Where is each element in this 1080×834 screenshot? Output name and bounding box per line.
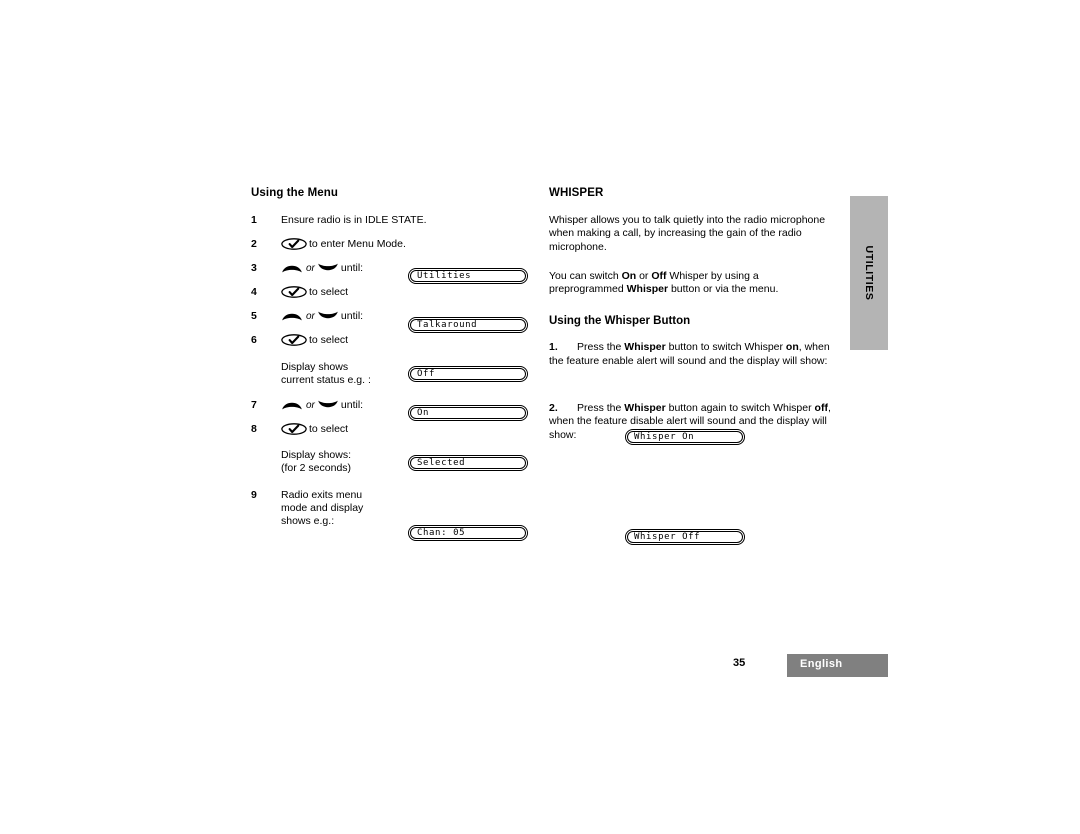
switch-bold-off: Off xyxy=(651,269,667,282)
whisper-description-paragraph: Whisper allows you to talk quietly into … xyxy=(549,214,834,254)
step-3-or-label: or xyxy=(306,263,315,274)
up-arrow-key-icon xyxy=(281,399,303,411)
step-1-number: 1 xyxy=(251,214,257,226)
side-tab-utilities: UTILITIES xyxy=(850,196,888,350)
whisper-step-1-bold-on: on xyxy=(785,341,799,354)
lcd-display-whisper-on: Whisper On xyxy=(625,429,745,445)
step-1-text: Ensure radio is in IDLE STATE. xyxy=(281,214,427,226)
side-tab-label: UTILITIES xyxy=(863,245,875,301)
step-8-number: 8 xyxy=(251,423,257,435)
whisper-heading: WHISPER xyxy=(549,187,604,199)
switch-bold-whisper: Whisper xyxy=(626,283,669,296)
step-4-body: to select xyxy=(281,286,541,299)
step-8-text: to select xyxy=(309,423,349,435)
step-4-number: 4 xyxy=(251,286,257,298)
switch-bold-on: On xyxy=(621,269,637,282)
down-arrow-key-icon xyxy=(317,262,339,274)
lcd-display-on: On xyxy=(408,405,528,421)
whisper-step-2-text-2: button again to switch Whisper xyxy=(665,402,815,415)
left-column-heading: Using the Menu xyxy=(251,187,339,199)
whisper-step-2-bold-whisper: Whisper xyxy=(624,402,666,415)
menu-select-key-icon xyxy=(281,286,307,298)
lcd-display-selected: Selected xyxy=(408,455,528,471)
step-6-body: to select xyxy=(281,334,541,347)
step-9-body: Radio exits menu mode and display shows … xyxy=(281,489,541,528)
step-8-body: to select xyxy=(281,423,541,436)
whisper-switch-paragraph: You can switch On or Off Whisper by usin… xyxy=(549,270,834,297)
step-4: 4 to select xyxy=(251,286,541,299)
step-5-or-label: or xyxy=(306,311,315,322)
note-selected-line1: Display shows: xyxy=(281,449,352,461)
note-current-status-line2: current status e.g. : xyxy=(281,374,371,386)
whisper-step-2-text-1: Press the xyxy=(577,402,625,415)
step-4-text: to select xyxy=(309,286,349,298)
up-arrow-key-icon xyxy=(281,262,303,274)
step-6: 6 to select xyxy=(251,334,541,347)
step-3-number: 3 xyxy=(251,262,257,274)
note-selected-line2: (for 2 seconds) xyxy=(281,462,352,474)
step-3-text: until: xyxy=(340,262,364,274)
whisper-step-1-bold-whisper: Whisper xyxy=(624,341,666,354)
switch-text-1: You can switch xyxy=(549,269,622,282)
lcd-display-channel: Chan: 05 xyxy=(408,525,528,541)
menu-select-key-icon xyxy=(281,334,307,346)
up-arrow-key-icon xyxy=(281,310,303,322)
step-5-text: until: xyxy=(340,310,364,322)
manual-page: Using the Menu 1 Ensure radio is in IDLE… xyxy=(0,0,1080,834)
step-5-number: 5 xyxy=(251,310,257,322)
step-7-number: 7 xyxy=(251,399,257,411)
down-arrow-key-icon xyxy=(317,399,339,411)
menu-select-key-icon xyxy=(281,238,307,250)
whisper-step-1-number: 1. xyxy=(549,341,558,354)
step-9-line1: Radio exits menu xyxy=(281,489,363,501)
whisper-step-2-bold-off: off xyxy=(814,402,828,415)
step-7-or-label: or xyxy=(306,400,315,411)
step-9-line3: shows e.g.: xyxy=(281,515,335,527)
whisper-description-text: Whisper allows you to talk quietly into … xyxy=(549,214,826,253)
whisper-step-2-number: 2. xyxy=(549,402,558,415)
lcd-display-whisper-off: Whisper Off xyxy=(625,529,745,545)
step-9: 9 Radio exits menu mode and display show… xyxy=(251,489,541,528)
note-current-status-line1: Display shows xyxy=(281,361,349,373)
right-column: WHISPER Whisper allows you to talk quiet… xyxy=(549,186,839,446)
step-6-text: to select xyxy=(309,334,349,346)
step-2-body: to enter Menu Mode. xyxy=(281,238,541,251)
whisper-button-subheading: Using the Whisper Button xyxy=(549,315,691,328)
whisper-button-step-list: 1. Press the Whisper button to switch Wh… xyxy=(549,341,839,441)
step-7-text: until: xyxy=(340,399,364,411)
step-1: 1 Ensure radio is in IDLE STATE. xyxy=(251,214,541,227)
switch-text-2: or xyxy=(636,269,652,282)
lcd-display-utilities: Utilities xyxy=(408,268,528,284)
language-badge-label: English xyxy=(800,658,843,670)
step-9-line2: mode and display xyxy=(281,502,364,514)
step-8: 8 to select xyxy=(251,423,541,436)
menu-select-key-icon xyxy=(281,423,307,435)
step-2-number: 2 xyxy=(251,238,257,250)
step-6-number: 6 xyxy=(251,334,257,346)
switch-text-4: button or via the menu. xyxy=(668,283,779,296)
lcd-display-talkaround: Talkaround xyxy=(408,317,528,333)
language-badge: English xyxy=(787,654,888,677)
whisper-step-1-text: Press the Whisper button to switch Whisp… xyxy=(549,341,830,366)
step-2: 2 to enter Menu Mode. xyxy=(251,238,541,251)
whisper-step-1-text-2: button to switch Whisper xyxy=(665,341,786,354)
whisper-step-1: 1. Press the Whisper button to switch Wh… xyxy=(549,341,839,368)
lcd-display-off: Off xyxy=(408,366,528,382)
left-column: Using the Menu 1 Ensure radio is in IDLE… xyxy=(251,186,541,539)
step-2-text: to enter Menu Mode. xyxy=(309,238,406,250)
down-arrow-key-icon xyxy=(317,310,339,322)
page-number: 35 xyxy=(733,657,746,669)
step-9-number: 9 xyxy=(251,489,257,501)
whisper-step-1-text-1: Press the xyxy=(577,341,625,354)
